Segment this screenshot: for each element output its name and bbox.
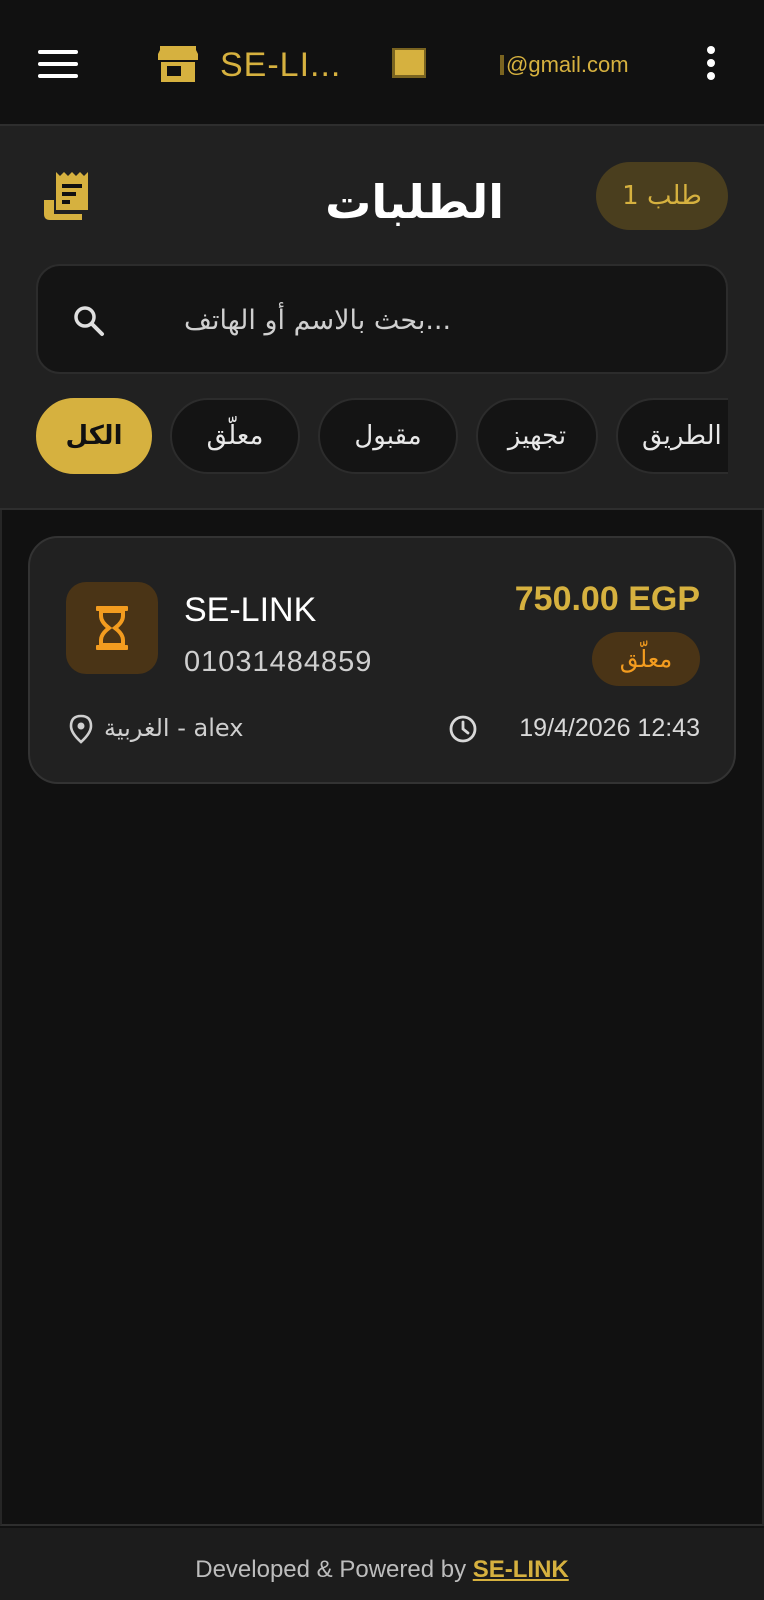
- menu-icon-line: [38, 62, 78, 66]
- receipt-icon: [44, 172, 88, 220]
- search-box[interactable]: ...بحث بالاسم أو الهاتف: [36, 264, 728, 374]
- filter-chip-pending[interactable]: معلّق: [170, 398, 300, 474]
- customer-name: SE-LINK: [184, 591, 317, 629]
- menu-button[interactable]: [38, 50, 82, 80]
- order-count-badge: طلب 1: [596, 162, 728, 230]
- hourglass-icon: [96, 606, 128, 650]
- footer-credit-prefix: Developed & Powered by: [195, 1556, 473, 1583]
- status-filter-chips: الكل معلّق مقبول تجهيز الطريق: [36, 396, 728, 476]
- filter-chip-preparing[interactable]: تجهيز: [476, 398, 598, 474]
- orders-header-panel: طلب 1 الطلبات ...بحث بالاسم أو الهاتف ال…: [0, 124, 764, 510]
- filter-chip-accepted[interactable]: مقبول: [318, 398, 458, 474]
- user-email-label: @gmail.com: [506, 52, 629, 77]
- status-icon-box: [66, 582, 158, 674]
- page-title: الطلبات: [325, 175, 504, 229]
- footer-credit: Developed & Powered by SE-LINK: [0, 1550, 764, 1590]
- order-card[interactable]: SE-LINK 01031484859 750.00 EGP معلّق الغ…: [28, 536, 736, 784]
- store-icon: [158, 46, 198, 82]
- footer: Developed & Powered by SE-LINK: [0, 1528, 764, 1600]
- status-badge: معلّق: [592, 632, 700, 686]
- filter-chip-on-the-way[interactable]: الطريق: [616, 398, 728, 474]
- order-datetime: 19/4/2026 12:43: [519, 714, 700, 742]
- footer-link[interactable]: SE-LINK: [473, 1556, 569, 1583]
- more-dot: [707, 72, 715, 80]
- more-dot: [707, 46, 715, 54]
- location-pin-icon: [69, 714, 93, 744]
- top-app-bar: SE-LI... @gmail.com: [0, 0, 764, 124]
- search-icon: [74, 306, 104, 336]
- user-email: @gmail.com: [500, 50, 629, 80]
- customer-phone: 01031484859: [184, 646, 373, 678]
- clock-icon: [449, 715, 477, 743]
- menu-icon-line: [38, 74, 78, 78]
- search-input[interactable]: [134, 286, 694, 356]
- email-mark: [500, 55, 504, 75]
- more-dot: [707, 59, 715, 67]
- filter-chip-all[interactable]: الكل: [36, 398, 152, 474]
- order-location: الغربية - alex: [104, 714, 244, 742]
- avatar[interactable]: [392, 48, 426, 78]
- brand-title: SE-LI...: [220, 46, 342, 84]
- order-price: 750.00 EGP: [514, 580, 700, 618]
- more-options-button[interactable]: [702, 46, 720, 86]
- menu-icon-line: [38, 50, 78, 54]
